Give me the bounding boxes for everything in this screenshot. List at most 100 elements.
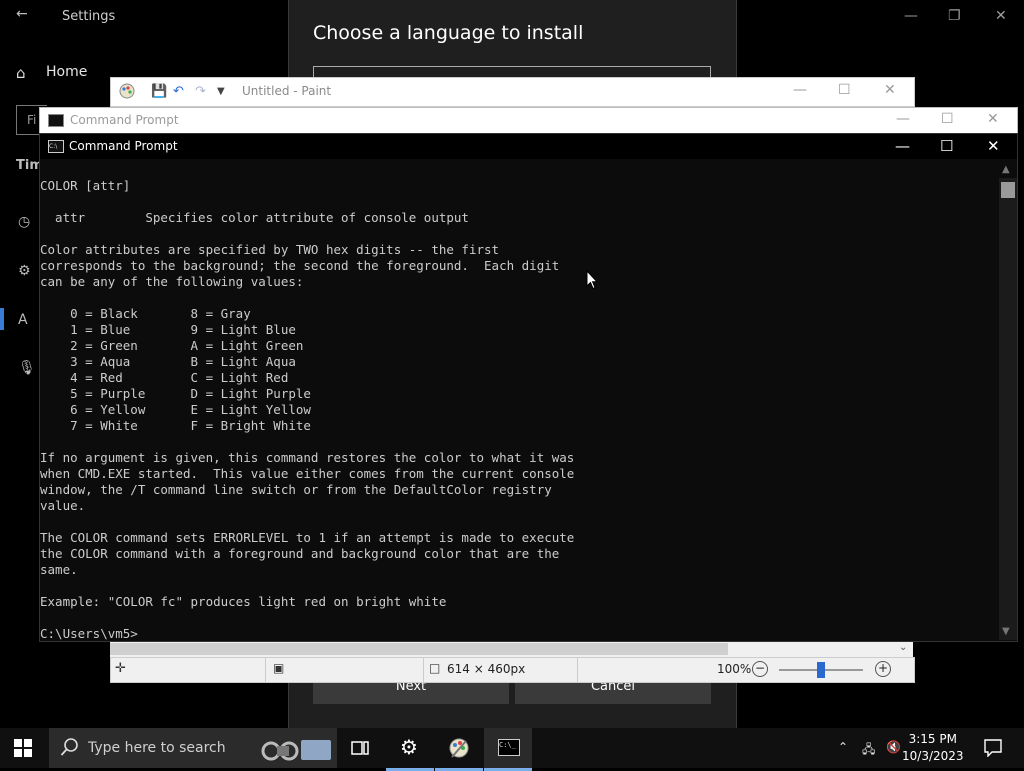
console-line: 5 = Purple D = Light Purple (40, 386, 311, 401)
search-placeholder: Type here to search (88, 740, 226, 756)
zoom-level-label: 100% (717, 662, 752, 676)
console-line: 7 = White F = Bright White (40, 418, 311, 433)
selection-size-icon: ▣ (273, 661, 285, 675)
status-divider (423, 658, 424, 682)
cmd-vertical-scrollbar[interactable]: ▲ ▼ (999, 164, 1017, 640)
console-line: attr Specifies color attribute of consol… (40, 210, 469, 225)
console-line: Example: "COLOR fc" produces light red o… (40, 594, 447, 609)
console-line: value. (40, 498, 86, 513)
paint-horizontal-scrollbar[interactable]: ⌄ (110, 641, 913, 657)
settings-title: Settings (62, 9, 116, 24)
console-line: COLOR [attr] (40, 178, 131, 193)
paint-titlebar[interactable]: 💾 ↶ ↷ ▼ Untitled - Paint — ☐ ✕ (110, 77, 915, 107)
cmd-title: Command Prompt (69, 139, 178, 153)
console-line: 1 = Blue 9 = Light Blue (40, 322, 296, 337)
volume-muted-icon[interactable]: 🔇 (886, 740, 901, 754)
cmd-titlebar[interactable]: C:\ Command Prompt — ☐ ✕ (40, 134, 1017, 159)
language-icon[interactable]: A (18, 312, 28, 328)
console-line: window, the /T command line switch or fr… (40, 482, 552, 497)
console-line: can be any of the following values: (40, 274, 304, 289)
paint-window-title: Untitled - Paint (242, 84, 332, 98)
scrollbar-thumb[interactable] (1001, 182, 1015, 198)
cmd-close-icon[interactable]: ✕ (987, 137, 1000, 155)
cursor-position-icon: ✛ (115, 661, 126, 676)
canvas-size-label: 614 × 460px (447, 662, 526, 676)
console-line: 3 = Aqua B = Light Aqua (40, 354, 296, 369)
console-line: the COLOR command with a foreground and … (40, 546, 560, 561)
clock-date: 10/3/2023 (902, 749, 964, 763)
globe-icon[interactable]: ⚙ (18, 263, 31, 279)
zoom-in-icon[interactable]: + (875, 661, 891, 677)
paint-maximize-icon[interactable]: ☐ (838, 82, 851, 98)
console-line: If no argument is given, this command re… (40, 450, 575, 465)
network-icon[interactable]: 🖧 (862, 740, 875, 761)
console-output[interactable]: COLOR [attr] attr Specifies color attrib… (40, 178, 998, 640)
cmd-back-minimize-icon[interactable]: — (896, 111, 910, 127)
console-line: The COLOR command sets ERRORLEVEL to 1 i… (40, 530, 575, 545)
cmd-window-back[interactable]: Command Prompt — ☐ ✕ (39, 107, 1018, 135)
taskbar: Type here to search ⚙ C:\_ ⌃ 🖧 🔇 3:15 PM… (0, 728, 1024, 771)
save-icon[interactable]: 💾 (151, 84, 167, 99)
customize-toolbar-icon[interactable]: ▼ (217, 86, 225, 97)
selected-indicator (0, 308, 4, 330)
canvas-size-icon: □ (429, 661, 441, 675)
paint-minimize-icon[interactable]: — (793, 82, 807, 98)
scroll-up-arrow-icon[interactable]: ▲ (1002, 164, 1010, 175)
scroll-down-arrow-icon[interactable]: ▼ (1002, 626, 1010, 637)
home-icon[interactable]: ⌂ (16, 64, 34, 82)
console-line: when CMD.EXE started. This value either … (40, 466, 575, 481)
console-line: 6 = Yellow E = Light Yellow (40, 402, 311, 417)
paint-close-icon[interactable]: ✕ (884, 82, 896, 98)
cmd-window[interactable]: C:\ Command Prompt — ☐ ✕ COLOR [attr] at… (39, 133, 1018, 642)
undo-icon[interactable]: ↶ (173, 84, 184, 99)
console-line: 0 = Black 8 = Gray (40, 306, 251, 321)
console-line: corresponds to the background; the secon… (40, 258, 560, 273)
cmd-back-title: Command Prompt (70, 113, 179, 127)
restore-icon[interactable]: ❐ (948, 8, 961, 24)
back-arrow-icon[interactable]: ← (16, 6, 28, 22)
zoom-slider-thumb[interactable] (817, 662, 825, 678)
console-line: 2 = Green A = Light Green (40, 338, 304, 353)
scroll-down-arrow-icon[interactable]: ⌄ (899, 642, 907, 653)
clock[interactable]: 3:15 PM 10/3/2023 (902, 731, 964, 765)
cmd-icon (48, 114, 64, 127)
dialog-title: Choose a language to install (313, 22, 584, 44)
cmd-icon: C:\ (48, 140, 64, 153)
cmd-minimize-icon[interactable]: — (895, 137, 910, 155)
console-line: same. (40, 562, 78, 577)
close-icon[interactable]: ✕ (995, 8, 1007, 24)
console-line: 4 = Red C = Light Red (40, 370, 289, 385)
zoom-out-icon[interactable]: − (752, 661, 768, 677)
paint-taskbar-icon[interactable] (435, 728, 483, 771)
paint-app-icon[interactable] (119, 83, 135, 99)
scrollbar-thumb[interactable] (110, 643, 728, 655)
task-view-icon[interactable] (337, 728, 385, 768)
clock-time: 3:15 PM (908, 732, 957, 746)
home-link[interactable]: Home (46, 64, 87, 80)
microphone-icon[interactable]: 🎙 (18, 360, 36, 376)
taskbar-search-box[interactable]: Type here to search (49, 728, 337, 768)
settings-app-icon[interactable]: ⚙ (386, 728, 434, 771)
cmd-back-close-icon[interactable]: ✕ (987, 111, 999, 127)
show-hidden-icons-icon[interactable]: ⌃ (838, 740, 848, 754)
cmd-taskbar-icon[interactable]: C:\_ (484, 728, 532, 771)
minimize-icon[interactable]: — (904, 8, 918, 24)
calendar-clock-icon[interactable]: ◷ (18, 214, 30, 230)
console-line: Color attributes are specified by TWO he… (40, 242, 500, 257)
windows-start-icon[interactable] (14, 739, 32, 761)
redo-icon[interactable]: ↷ (195, 84, 206, 99)
cmd-maximize-icon[interactable]: ☐ (940, 137, 953, 155)
paint-status-bar: ✛ ▣ □ 614 × 460px 100% − + (110, 657, 915, 683)
status-divider (577, 658, 578, 682)
search-icon (60, 737, 80, 761)
cmd-back-maximize-icon[interactable]: ☐ (941, 111, 954, 127)
notifications-icon[interactable] (984, 739, 1002, 761)
search-highlight-icon (261, 734, 333, 764)
